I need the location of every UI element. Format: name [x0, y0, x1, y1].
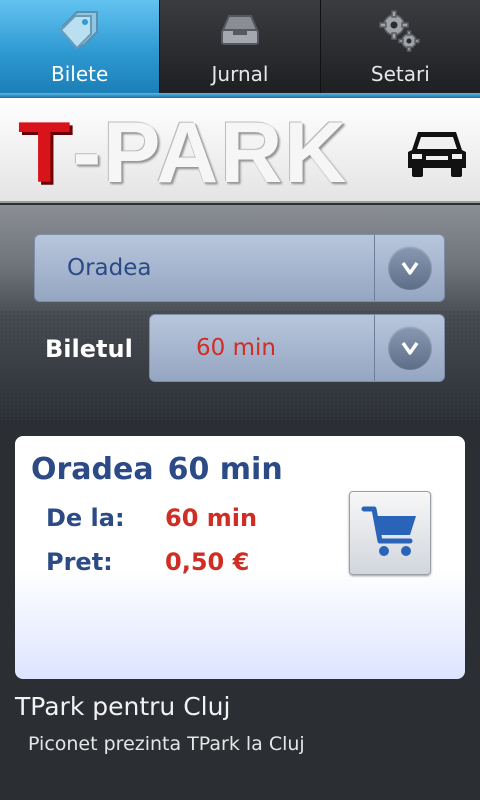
- tab-bar: Bilete Jurnal Setari: [0, 0, 480, 93]
- ticket-tag-icon: [57, 8, 103, 54]
- footer-subtitle: Piconet prezinta TPark la Cluj: [28, 733, 305, 755]
- price-label: Pret:: [46, 548, 113, 576]
- card-city: Oradea: [31, 452, 154, 487]
- ticket-dropdown-arrow[interactable]: [374, 315, 444, 381]
- selection-panel: Oradea Biletul 60 min: [0, 205, 480, 420]
- tab-jurnal[interactable]: Jurnal: [160, 0, 321, 93]
- ticket-dropdown-value: 60 min: [196, 335, 276, 361]
- car-icon[interactable]: [406, 124, 468, 180]
- city-dropdown[interactable]: Oradea: [34, 234, 445, 302]
- ticket-summary-card: Oradea 60 min De la: 60 min Pret: 0,50 €: [15, 436, 465, 679]
- card-duration: 60 min: [167, 452, 283, 487]
- tpark-logo: T -PARK: [18, 104, 348, 201]
- logo-letter-t: T: [18, 105, 73, 201]
- tab-label: Jurnal: [211, 62, 269, 86]
- buy-ticket-button[interactable]: [349, 491, 431, 575]
- logo-text: -PARK: [72, 105, 349, 201]
- from-value: 60 min: [165, 504, 258, 532]
- tab-label: Bilete: [51, 62, 109, 86]
- shopping-cart-icon: [360, 501, 420, 565]
- price-value: 0,50 €: [165, 548, 250, 576]
- tab-label: Setari: [370, 62, 430, 86]
- city-dropdown-value: Oradea: [67, 255, 152, 281]
- tab-setari[interactable]: Setari: [321, 0, 480, 93]
- chevron-down-icon: [387, 326, 432, 370]
- tab-bilete[interactable]: Bilete: [0, 0, 161, 93]
- from-label: De la:: [46, 504, 125, 532]
- city-dropdown-arrow[interactable]: [374, 235, 444, 301]
- ticket-label: Biletul: [45, 335, 133, 363]
- ticket-dropdown[interactable]: 60 min: [149, 314, 445, 382]
- app-header: T -PARK: [0, 98, 480, 203]
- chevron-down-icon: [387, 246, 432, 290]
- inbox-tray-icon: [217, 8, 263, 54]
- gears-icon: [377, 8, 423, 54]
- footer-title: TPark pentru Cluj: [15, 692, 231, 721]
- card-title: Oradea 60 min: [31, 452, 297, 487]
